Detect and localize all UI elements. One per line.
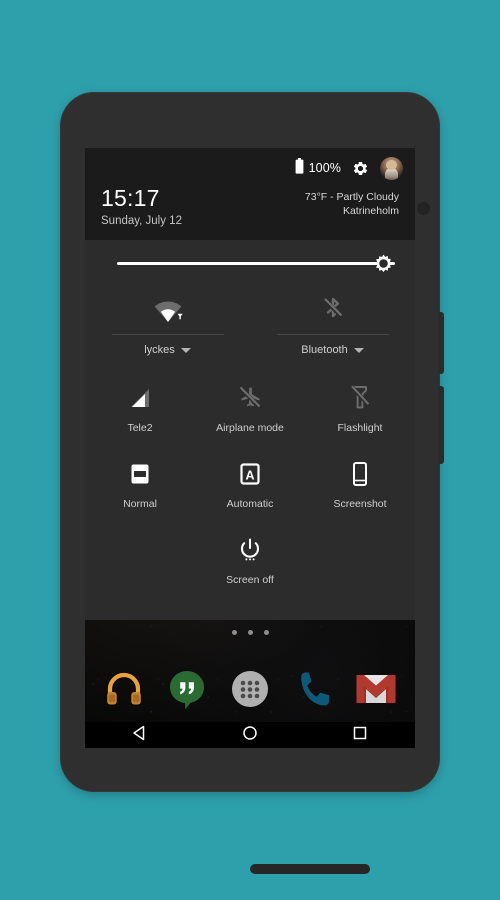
tile-screenshot-label: Screenshot	[333, 498, 387, 510]
tile-display-mode[interactable]: A Automatic	[195, 448, 305, 524]
auto-letter-icon: A	[239, 456, 261, 492]
tile-flashlight[interactable]: Flashlight	[305, 372, 415, 448]
tile-screen-off[interactable]: Screen off	[195, 524, 305, 600]
quick-settings-tile-grid: Tele2 Airplane mode Flashlight Normal A …	[85, 372, 415, 600]
signal-bars-icon	[128, 380, 152, 416]
svg-text:A: A	[245, 468, 254, 482]
chevron-down-icon[interactable]	[353, 347, 364, 353]
page-dot[interactable]	[231, 630, 237, 635]
dock-gmail[interactable]	[354, 667, 398, 711]
bluetooth-label-row[interactable]: Bluetooth	[301, 344, 364, 356]
nav-back-button[interactable]	[118, 724, 162, 746]
weather-conditions: 73°F - Partly Cloudy	[304, 191, 399, 203]
clock-block: 15:17 Sunday, July 12	[101, 186, 182, 229]
battery-percent-label: 100%	[308, 161, 341, 175]
phone-screen: 100% 15:17 Sunday, July 12 73°F - Partly…	[85, 148, 415, 748]
tile-screen-off-label: Screen off	[226, 574, 274, 586]
connectivity-tile-row: lyckes Bluetooth	[85, 286, 415, 372]
tile-display-mode-label: Automatic	[226, 498, 274, 510]
wifi-label-row[interactable]: lyckes	[144, 344, 191, 356]
tile-airplane-mode[interactable]: Airplane mode	[195, 372, 305, 448]
bluetooth-off-icon	[320, 290, 346, 330]
dock-play-music[interactable]	[102, 667, 146, 711]
power-button[interactable]	[438, 312, 444, 374]
brightness-sun-icon[interactable]	[371, 251, 396, 276]
circle-home-icon	[242, 725, 258, 746]
airplane-off-icon	[237, 380, 263, 416]
wifi-label: lyckes	[144, 344, 175, 356]
home-page-indicator	[85, 630, 415, 635]
clock-date: Sunday, July 12	[101, 215, 182, 227]
brightness-slider[interactable]	[85, 240, 415, 286]
battery-status: 100%	[295, 157, 341, 179]
bottom-speaker	[250, 864, 370, 874]
bluetooth-label: Bluetooth	[301, 344, 348, 356]
page-dot[interactable]	[247, 630, 253, 635]
nav-home-button[interactable]	[228, 724, 272, 746]
gear-icon[interactable]	[352, 160, 369, 177]
nav-recents-button[interactable]	[338, 724, 382, 746]
battery-full-icon	[295, 157, 304, 179]
dock-app-drawer[interactable]	[228, 667, 272, 711]
screenshot-phone-icon	[351, 456, 369, 492]
tile-divider	[111, 334, 224, 335]
tile-airplane-label: Airplane mode	[216, 422, 284, 434]
weather-location: Katrineholm	[342, 205, 399, 217]
clock-time: 15:17	[101, 185, 160, 211]
tile-wifi[interactable]: lyckes	[85, 286, 250, 372]
tile-cellular[interactable]: Tele2	[85, 372, 195, 448]
square-recents-icon	[352, 725, 368, 746]
tile-cellular-label: Tele2	[127, 422, 153, 434]
tile-rotation[interactable]: Normal	[85, 448, 195, 524]
tile-rotation-label: Normal	[123, 498, 157, 510]
volume-rocker[interactable]	[438, 386, 444, 464]
weather-block[interactable]: 73°F - Partly Cloudy Katrineholm	[305, 190, 399, 218]
wifi-icon	[151, 290, 185, 330]
dock-phone[interactable]	[291, 667, 335, 711]
front-camera	[417, 202, 430, 215]
navigation-bar	[85, 722, 415, 748]
quick-settings-header: 100% 15:17 Sunday, July 12 73°F - Partly…	[85, 148, 415, 240]
tile-bluetooth[interactable]: Bluetooth	[250, 286, 415, 372]
rotation-normal-icon	[129, 456, 151, 492]
chevron-down-icon[interactable]	[180, 347, 191, 353]
tile-divider	[276, 334, 389, 335]
page-dot[interactable]	[263, 630, 269, 635]
tile-flashlight-label: Flashlight	[337, 422, 383, 434]
status-bar: 100%	[295, 156, 403, 180]
brightness-track[interactable]	[117, 262, 395, 265]
power-icon	[239, 532, 261, 568]
user-avatar[interactable]	[380, 156, 403, 180]
dock-hangouts[interactable]	[165, 667, 209, 711]
screenshot-stage: 100% 15:17 Sunday, July 12 73°F - Partly…	[0, 0, 500, 900]
tile-screenshot[interactable]: Screenshot	[305, 448, 415, 524]
triangle-back-icon	[132, 725, 148, 746]
flashlight-off-icon	[349, 380, 371, 416]
quick-settings-panel: 100% 15:17 Sunday, July 12 73°F - Partly…	[85, 148, 415, 620]
home-dock	[85, 656, 415, 722]
